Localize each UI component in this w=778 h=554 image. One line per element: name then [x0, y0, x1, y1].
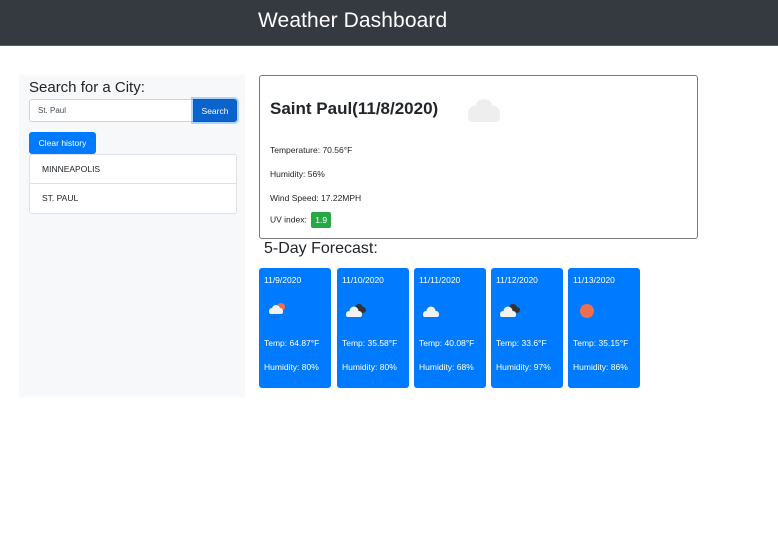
search-history-list: MINNEAPOLIS ST. PAUL [29, 154, 237, 214]
forecast-date: 11/11/2020 [419, 275, 461, 285]
forecast-card: 11/11/2020 Temp: 40.08°F Humidity: 68% [414, 268, 486, 388]
rain-sun-icon [269, 303, 285, 319]
forecast-card: 11/13/2020 Temp: 35.15°F Humidity: 86% [568, 268, 640, 388]
forecast-card: 11/9/2020 Temp: 64.87°F Humidity: 80% [259, 268, 331, 388]
forecast-temp: Temp: 64.87°F [264, 338, 320, 348]
city-search-input[interactable] [29, 99, 193, 122]
cloud-icon [468, 99, 500, 122]
forecast-temp: Temp: 40.08°F [419, 338, 475, 348]
forecast-heading: 5-Day Forecast: [264, 240, 378, 257]
current-uv-row: UV index: 1.9 [270, 212, 332, 228]
forecast-date: 11/12/2020 [496, 275, 538, 285]
current-temperature: Temperature: 70.56°F [270, 145, 353, 155]
clear-sun-icon [580, 304, 594, 318]
current-weather-card: Saint Paul(11/8/2020) Temperature: 70.56… [259, 75, 698, 239]
current-city-heading: Saint Paul(11/8/2020) [270, 99, 439, 118]
forecast-humidity: Humidity: 80% [264, 362, 319, 372]
app-header: Weather Dashboard [0, 0, 778, 46]
cloud-icon [423, 306, 439, 317]
uv-index-badge: 1.9 [311, 212, 332, 228]
broken-clouds-icon [500, 304, 520, 317]
broken-clouds-icon [346, 304, 366, 317]
forecast-temp: Temp: 35.58°F [342, 338, 398, 348]
forecast-temp: Temp: 33.6°F [496, 338, 547, 348]
forecast-humidity: Humidity: 68% [419, 362, 474, 372]
forecast-card: 11/10/2020 Temp: 35.58°F Humidity: 80% [337, 268, 409, 388]
forecast-date: 11/13/2020 [573, 275, 615, 285]
search-sidebar: Search for a City: Search Clear history … [19, 75, 245, 397]
forecast-humidity: Humidity: 97% [496, 362, 551, 372]
current-wind-speed: Wind Speed: 17.22MPH [270, 193, 362, 203]
history-item-st-paul[interactable]: ST. PAUL [30, 184, 236, 213]
current-humidity: Humidity: 56% [270, 169, 325, 179]
forecast-humidity: Humidity: 86% [573, 362, 628, 372]
forecast-date: 11/9/2020 [264, 275, 302, 285]
page-title: Weather Dashboard [258, 9, 448, 32]
forecast-temp: Temp: 35.15°F [573, 338, 629, 348]
forecast-date: 11/10/2020 [342, 275, 384, 285]
uv-label: UV index: [270, 214, 307, 225]
forecast-card: 11/12/2020 Temp: 33.6°F Humidity: 97% [491, 268, 563, 388]
history-item-minneapolis[interactable]: MINNEAPOLIS [30, 155, 236, 184]
search-button[interactable]: Search [193, 99, 237, 122]
forecast-humidity: Humidity: 80% [342, 362, 397, 372]
search-heading: Search for a City: [29, 79, 145, 96]
clear-history-button[interactable]: Clear history [29, 132, 96, 154]
